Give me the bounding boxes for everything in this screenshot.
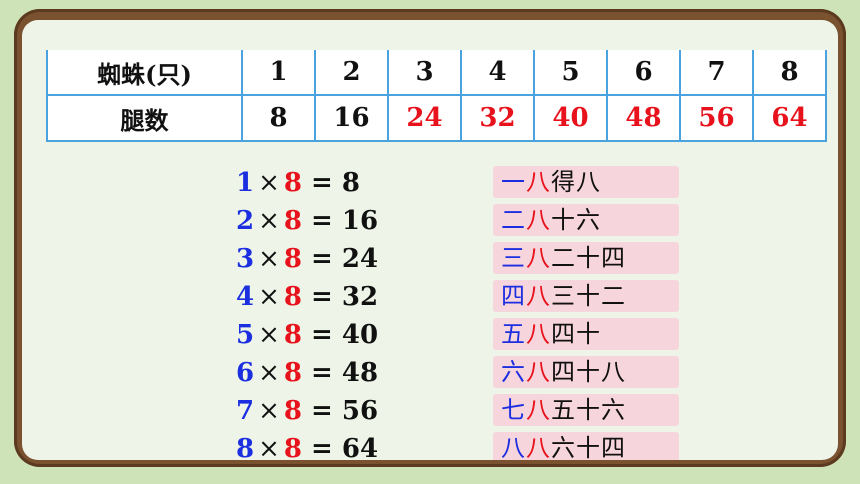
- rhyme-card: 四八三十二: [493, 280, 679, 312]
- rhyme-first: 三: [501, 244, 526, 272]
- times-sign: ×: [258, 206, 280, 236]
- equation: 1 × 8 = 8: [236, 164, 378, 202]
- rhyme-card: 三八二十四: [493, 242, 679, 274]
- blackboard: 蜘蛛(只) 1 2 3 4 5 6 7 8 腿数 8 16 24 32 40 4…: [22, 20, 838, 460]
- rhyme-product: 三十二: [551, 282, 626, 310]
- factor-a: 4: [236, 282, 255, 312]
- table-cell: 64: [752, 94, 827, 142]
- table-cell: 8: [241, 94, 316, 142]
- table-header-legs: 腿数: [46, 94, 243, 142]
- rhyme-second: 八: [526, 320, 551, 348]
- rhyme-first: 七: [501, 396, 526, 424]
- rhyme-card: 八八六十四: [493, 432, 679, 460]
- equation-result: = 16: [311, 206, 379, 236]
- factor-a: 3: [236, 244, 255, 274]
- equation-result: = 40: [311, 320, 379, 350]
- factor-a: 6: [236, 358, 255, 388]
- factor-b: 8: [283, 282, 302, 312]
- factor-a: 2: [236, 206, 255, 236]
- rhyme-first: 四: [501, 282, 526, 310]
- rhyme-product: 五十六: [551, 396, 626, 424]
- times-sign: ×: [258, 396, 280, 426]
- table-cell: 48: [606, 94, 681, 142]
- rhyme-card: 五八四十: [493, 318, 679, 350]
- rhyme-second: 八: [526, 206, 551, 234]
- table-cell: 40: [533, 94, 608, 142]
- rhyme-card: 一八得八: [493, 166, 679, 198]
- factor-a: 8: [236, 434, 255, 460]
- times-sign: ×: [258, 168, 280, 198]
- times-sign: ×: [258, 358, 280, 388]
- equation: 8 × 8 = 64: [236, 430, 378, 460]
- rhyme-second: 八: [526, 282, 551, 310]
- equation-result: = 32: [311, 282, 379, 312]
- rhyme-second: 八: [526, 434, 551, 460]
- rhyme-card: 二八十六: [493, 204, 679, 236]
- table-cell: 2: [314, 50, 389, 96]
- table-header-spiders: 蜘蛛(只): [46, 50, 243, 96]
- factor-b: 8: [283, 320, 302, 350]
- multiplication-rhyme-list: 一八得八 二八十六 三八二十四 四八三十二 五八四十 六八四十八 七八五十六 八…: [493, 166, 679, 460]
- factor-a: 5: [236, 320, 255, 350]
- equation-result: = 24: [311, 244, 379, 274]
- times-sign: ×: [258, 320, 280, 350]
- equation-result: = 64: [311, 434, 379, 460]
- times-sign: ×: [258, 244, 280, 274]
- equation: 3 × 8 = 24: [236, 240, 378, 278]
- factor-a: 7: [236, 396, 255, 426]
- factor-b: 8: [283, 358, 302, 388]
- equation: 6 × 8 = 48: [236, 354, 378, 392]
- table-cell: 16: [314, 94, 389, 142]
- rhyme-product: 四十: [551, 320, 601, 348]
- rhyme-first: 六: [501, 358, 526, 386]
- rhyme-first: 一: [501, 168, 526, 196]
- rhyme-second: 八: [526, 358, 551, 386]
- times-sign: ×: [258, 282, 280, 312]
- rhyme-product: 六十四: [551, 434, 626, 460]
- rhyme-first: 五: [501, 320, 526, 348]
- equation: 2 × 8 = 16: [236, 202, 378, 240]
- rhyme-second: 八: [526, 168, 551, 196]
- rhyme-card: 七八五十六: [493, 394, 679, 426]
- rhyme-second: 八: [526, 244, 551, 272]
- table-cell: 7: [679, 50, 754, 96]
- equation-list: 1 × 8 = 8 2 × 8 = 16 3 × 8 = 24 4 × 8 = 32 5 × 8 =…: [236, 164, 378, 460]
- rhyme-product: 四十八: [551, 358, 626, 386]
- table-cell: 8: [752, 50, 827, 96]
- table-cell: 4: [460, 50, 535, 96]
- factor-a: 1: [236, 168, 255, 198]
- table-cell: 32: [460, 94, 535, 142]
- table-cell: 56: [679, 94, 754, 142]
- rhyme-product: 得八: [551, 168, 601, 196]
- table-row-legs: 腿数 8 16 24 32 40 48 56 64: [46, 94, 827, 142]
- rhyme-product: 十六: [551, 206, 601, 234]
- equation-result: = 56: [311, 396, 379, 426]
- spider-legs-table: 蜘蛛(只) 1 2 3 4 5 6 7 8 腿数 8 16 24 32 40 4…: [46, 50, 827, 142]
- table-cell: 6: [606, 50, 681, 96]
- equation-result: = 48: [311, 358, 379, 388]
- table-row-spiders: 蜘蛛(只) 1 2 3 4 5 6 7 8: [46, 50, 827, 96]
- equation: 7 × 8 = 56: [236, 392, 378, 430]
- rhyme-first: 八: [501, 434, 526, 460]
- factor-b: 8: [283, 434, 302, 460]
- equation-result: = 8: [311, 168, 360, 198]
- factor-b: 8: [283, 168, 302, 198]
- table-cell: 5: [533, 50, 608, 96]
- rhyme-first: 二: [501, 206, 526, 234]
- rhyme-second: 八: [526, 396, 551, 424]
- rhyme-product: 二十四: [551, 244, 626, 272]
- table-cell: 1: [241, 50, 316, 96]
- table-cell: 24: [387, 94, 462, 142]
- equation: 5 × 8 = 40: [236, 316, 378, 354]
- table-cell: 3: [387, 50, 462, 96]
- factor-b: 8: [283, 244, 302, 274]
- equation: 4 × 8 = 32: [236, 278, 378, 316]
- times-sign: ×: [258, 434, 280, 460]
- factor-b: 8: [283, 206, 302, 236]
- factor-b: 8: [283, 396, 302, 426]
- rhyme-card: 六八四十八: [493, 356, 679, 388]
